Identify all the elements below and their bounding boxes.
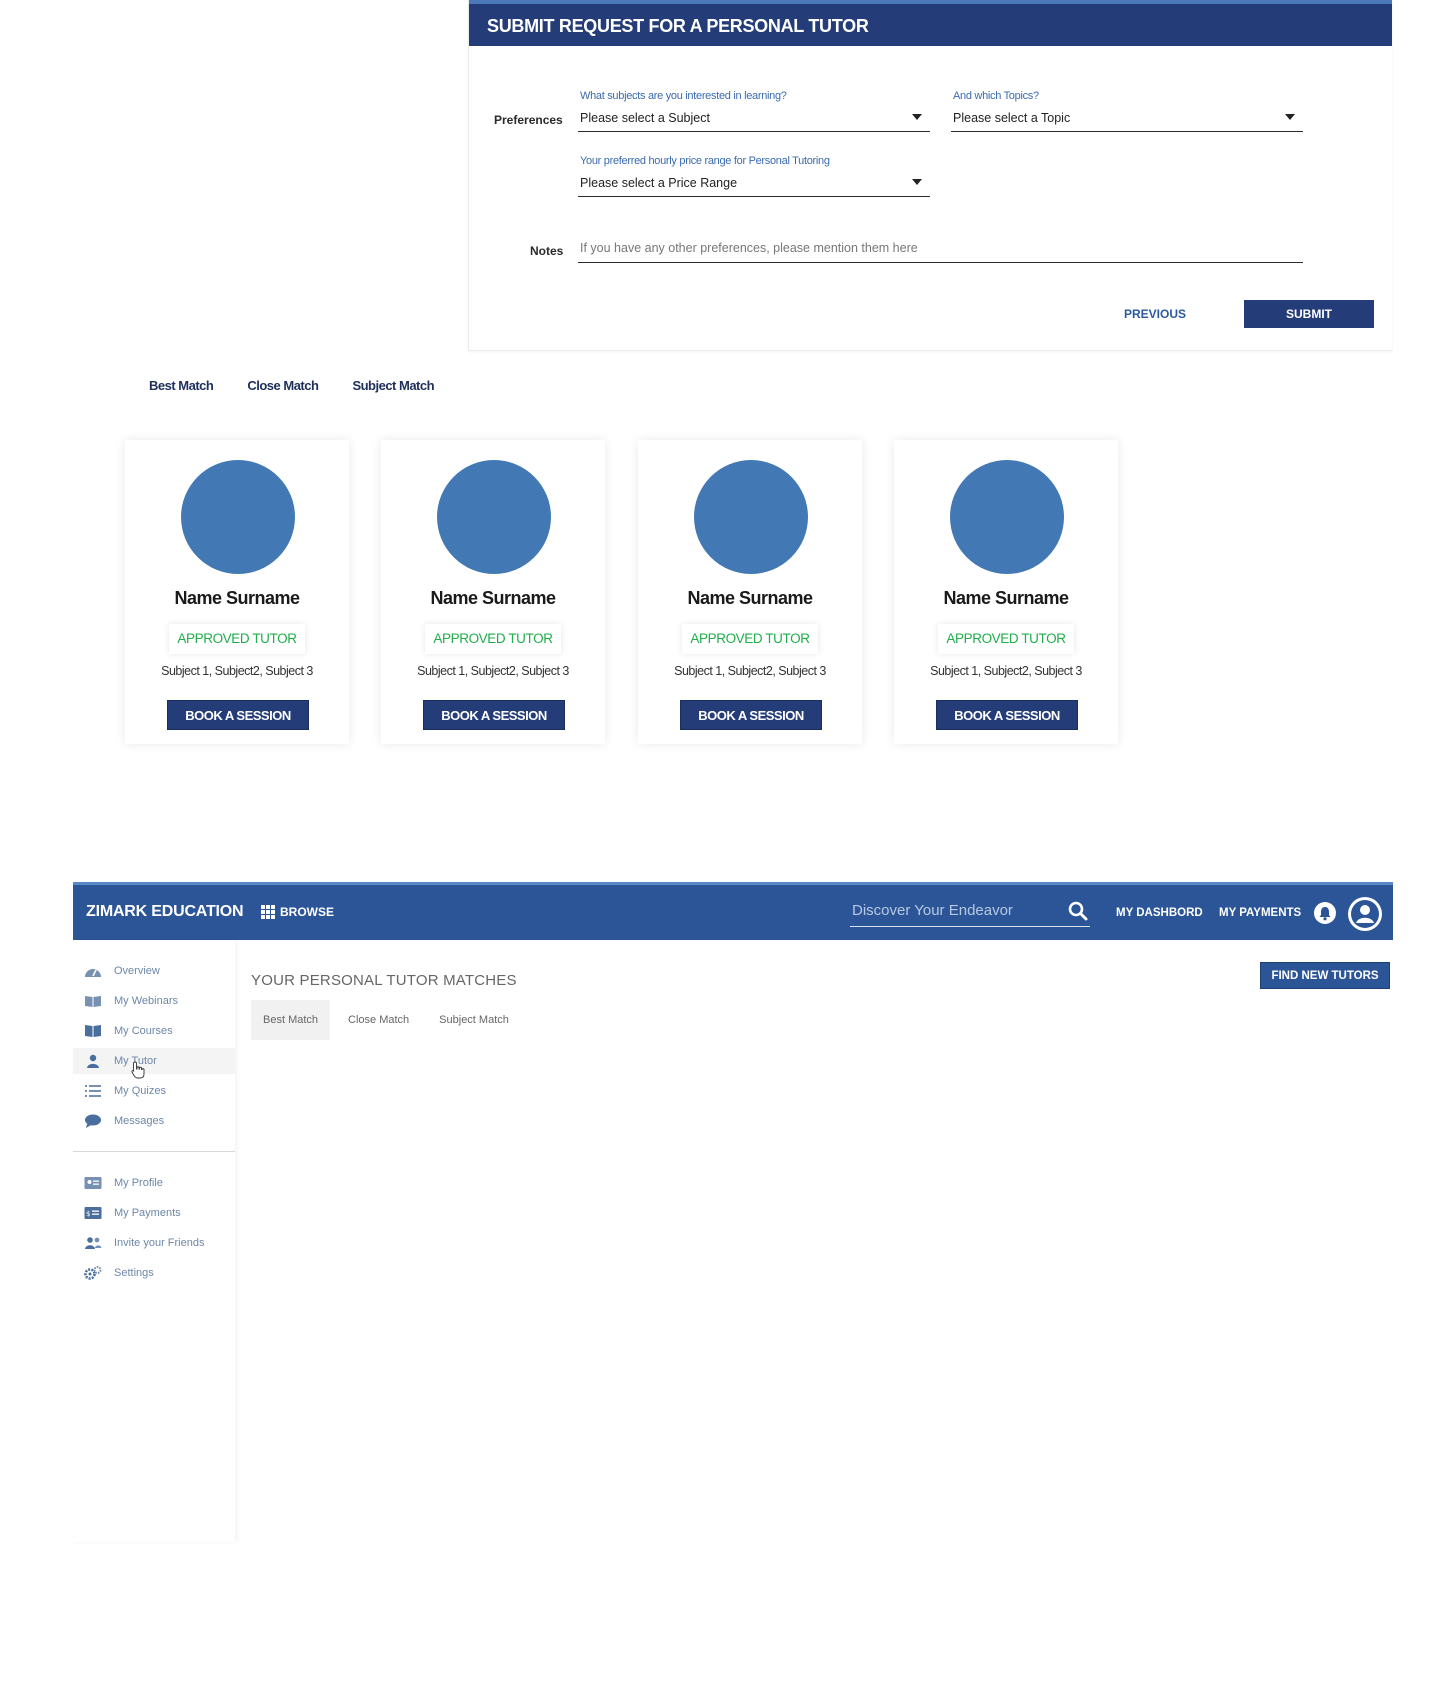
sidebar-item-payments[interactable]: $ My Payments (73, 1200, 235, 1226)
notes-label: Notes (530, 244, 564, 258)
dashboard-view: ZIMARK EDUCATION BROWSE MY DASHBORD MY P… (73, 882, 1393, 1542)
sidebar-item-my-tutor[interactable]: My Tutor (73, 1048, 235, 1079)
brand-logo[interactable]: ZIMARK EDUCATION (86, 903, 244, 921)
search-input[interactable] (850, 901, 1050, 920)
page-title: YOUR PERSONAL TUTOR MATCHES (251, 972, 517, 989)
payment-card-icon: $ (84, 1206, 102, 1220)
tab-best-match[interactable]: Best Match (149, 378, 214, 393)
grid-icon (261, 905, 275, 919)
topic-value: Please select a Topic (953, 111, 1071, 125)
sidebar-item-profile[interactable]: My Profile (73, 1170, 235, 1196)
tab-close-match[interactable]: Close Match (336, 1000, 421, 1040)
tutor-card: Name Surname APPROVED TUTOR Subject 1, S… (125, 440, 349, 744)
browse-button[interactable]: BROWSE (261, 905, 334, 919)
sidebar-item-settings[interactable]: Settings (73, 1260, 235, 1286)
form-title: SUBMIT REQUEST FOR A PERSONAL TUTOR (469, 0, 1392, 46)
chat-icon (84, 1114, 102, 1128)
tutor-card: Name Surname APPROVED TUTOR Subject 1, S… (894, 440, 1118, 744)
submit-button[interactable]: SUBMIT (1244, 300, 1374, 328)
svg-text:$: $ (86, 1210, 90, 1218)
tab-close-match[interactable]: Close Match (247, 378, 319, 393)
bell-icon[interactable] (1314, 902, 1336, 924)
match-tabs: Best Match Close Match Subject Match (149, 378, 468, 393)
previous-button[interactable]: PREVIOUS (1105, 300, 1205, 328)
notes-input[interactable]: If you have any other preferences, pleas… (578, 237, 1303, 263)
caret-down-icon (1285, 114, 1295, 120)
book-session-button[interactable]: BOOK A SESSION (680, 700, 822, 730)
subject-question: What subjects are you interested in lear… (580, 90, 787, 102)
tutor-icon (84, 1054, 102, 1068)
book-session-button[interactable]: BOOK A SESSION (167, 700, 309, 730)
tutor-name: Name Surname (430, 588, 556, 608)
tutor-name: Name Surname (687, 588, 813, 608)
tutor-card: Name Surname APPROVED TUTOR Subject 1, S… (638, 440, 862, 744)
sidebar: Overview My Webinars My Courses My Tutor… (73, 940, 235, 1542)
sidebar-item-messages[interactable]: Messages (73, 1108, 235, 1134)
find-new-tutors-button[interactable]: FIND NEW TUTORS (1260, 962, 1390, 989)
book-icon (84, 1024, 102, 1038)
browse-label: BROWSE (280, 905, 334, 919)
tutor-avatar (950, 460, 1064, 574)
list-icon (84, 1084, 102, 1098)
subject-select[interactable]: What subjects are you interested in lear… (578, 88, 930, 132)
top-navbar: ZIMARK EDUCATION BROWSE MY DASHBORD MY P… (73, 882, 1393, 940)
notes-placeholder: If you have any other preferences, pleas… (580, 241, 918, 255)
approved-tutor-badge: APPROVED TUTOR (169, 624, 305, 654)
caret-down-icon (912, 179, 922, 185)
caret-down-icon (912, 114, 922, 120)
tab-subject-match[interactable]: Subject Match (427, 1000, 521, 1040)
approved-tutor-badge: APPROVED TUTOR (938, 624, 1074, 654)
book-session-button[interactable]: BOOK A SESSION (423, 700, 565, 730)
price-range-select[interactable]: Your preferred hourly price range for Pe… (578, 153, 930, 197)
tutor-subjects: Subject 1, Subject2, Subject 3 (417, 664, 569, 678)
nav-my-dashboard[interactable]: MY DASHBORD (1116, 907, 1203, 919)
tutor-cards: Name Surname APPROVED TUTOR Subject 1, S… (125, 440, 1125, 745)
tutor-request-form: SUBMIT REQUEST FOR A PERSONAL TUTOR Pref… (468, 0, 1392, 351)
tab-best-match[interactable]: Best Match (251, 1000, 331, 1040)
tutor-avatar (437, 460, 551, 574)
id-card-icon (84, 1176, 102, 1190)
preferences-label: Preferences (494, 113, 563, 127)
tutor-avatar (694, 460, 808, 574)
sidebar-item-overview[interactable]: Overview (73, 958, 235, 984)
tutor-subjects: Subject 1, Subject2, Subject 3 (674, 664, 826, 678)
topic-select[interactable]: And which Topics? Please select a Topic (951, 88, 1303, 132)
sidebar-item-courses[interactable]: My Courses (73, 1018, 235, 1044)
gears-icon (84, 1266, 102, 1280)
tutor-subjects: Subject 1, Subject2, Subject 3 (161, 664, 313, 678)
search-icon[interactable] (1068, 901, 1088, 926)
approved-tutor-badge: APPROVED TUTOR (682, 624, 818, 654)
tab-subject-match[interactable]: Subject Match (352, 378, 434, 393)
nav-my-payments[interactable]: MY PAYMENTS (1219, 907, 1301, 919)
tutor-subjects: Subject 1, Subject2, Subject 3 (930, 664, 1082, 678)
sidebar-item-invite[interactable]: Invite your Friends (73, 1230, 235, 1256)
tutor-card: Name Surname APPROVED TUTOR Subject 1, S… (381, 440, 605, 744)
gauge-icon (84, 964, 102, 978)
sidebar-item-webinars[interactable]: My Webinars (73, 988, 235, 1014)
search-bar (850, 897, 1090, 927)
users-icon (84, 1236, 102, 1250)
price-value: Please select a Price Range (580, 176, 738, 190)
tutor-name: Name Surname (943, 588, 1069, 608)
tutor-avatar (181, 460, 295, 574)
approved-tutor-badge: APPROVED TUTOR (425, 624, 561, 654)
subject-value: Please select a Subject (580, 111, 710, 125)
dashboard-tabs: Best Match Close Match Subject Match (251, 1000, 527, 1040)
book-open-icon (84, 994, 102, 1008)
topic-question: And which Topics? (953, 90, 1039, 102)
sidebar-divider (73, 1151, 235, 1152)
price-question: Your preferred hourly price range for Pe… (580, 155, 830, 167)
sidebar-item-quizes[interactable]: My Quizes (73, 1078, 235, 1104)
user-avatar-icon[interactable] (1348, 897, 1382, 931)
book-session-button[interactable]: BOOK A SESSION (936, 700, 1078, 730)
tutor-name: Name Surname (174, 588, 300, 608)
